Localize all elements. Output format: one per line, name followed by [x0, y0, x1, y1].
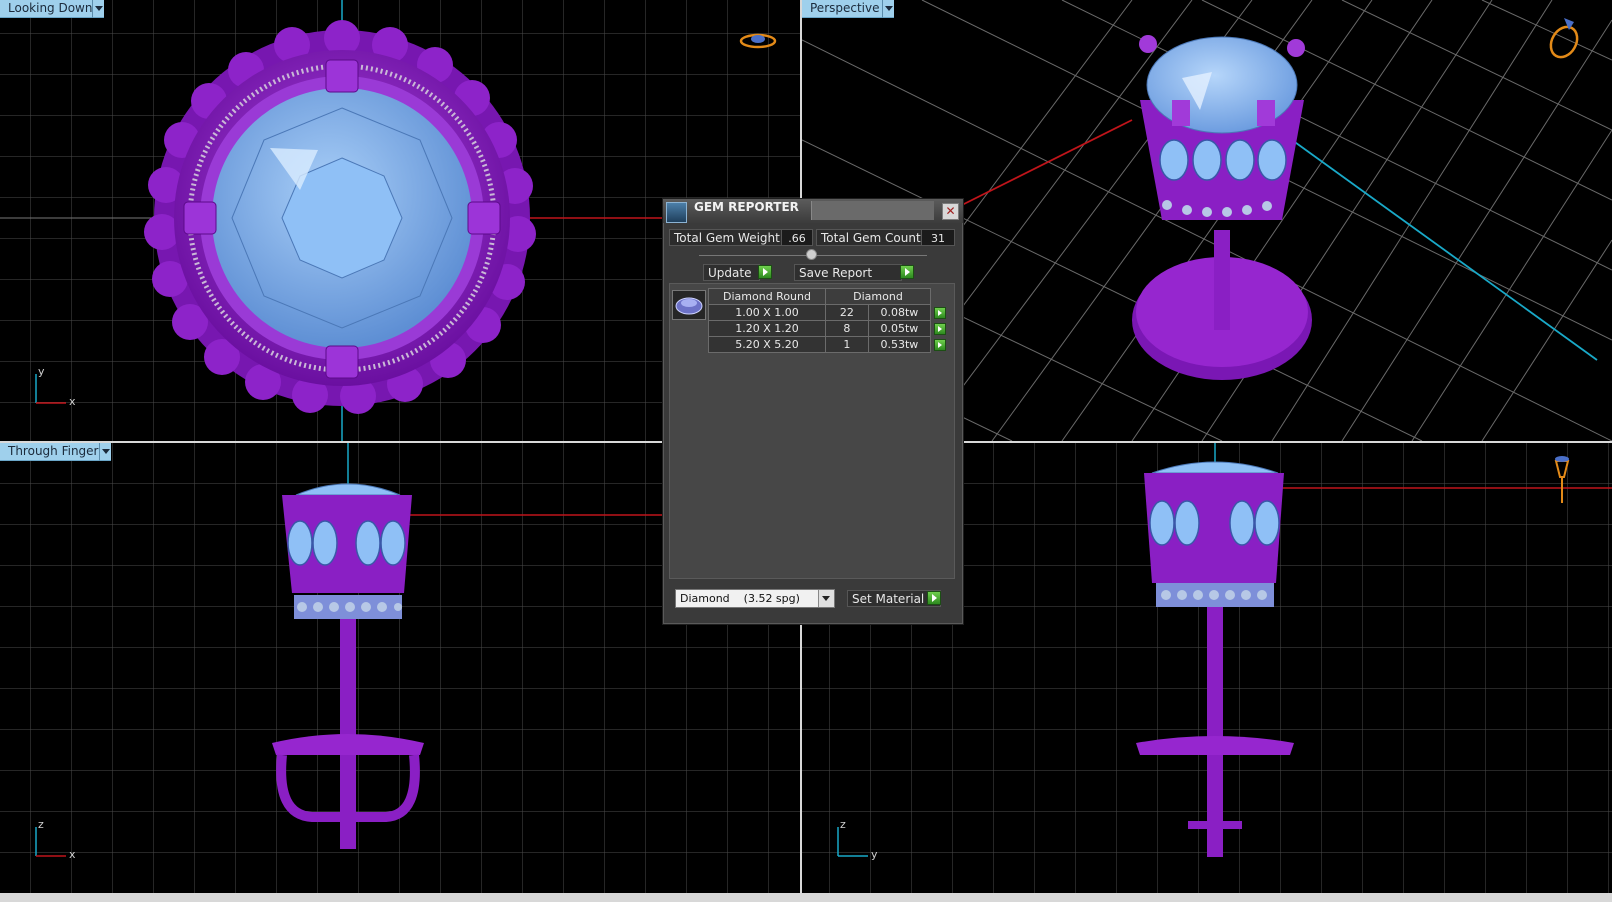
gem-table: Diamond Round Diamond 1.00 X 1.00 22 0.0… — [708, 288, 950, 353]
gem-reporter-dialog[interactable]: GEM REPORTER ✕ Total Gem Weight .66 Tota… — [662, 198, 964, 625]
dialog-titlebar[interactable]: GEM REPORTER ✕ — [663, 199, 963, 223]
earring-side-icon[interactable] — [1550, 453, 1574, 509]
gem-count: 22 — [825, 304, 869, 321]
chevron-down-icon[interactable] — [818, 590, 834, 607]
gem-size: 5.20 X 5.20 — [708, 336, 826, 353]
titlebar-strip — [811, 201, 934, 220]
axis-label-z: z — [38, 818, 44, 831]
update-go-icon[interactable] — [758, 265, 772, 279]
col-shape-header: Diamond Round — [708, 288, 826, 305]
row-select-icon[interactable] — [934, 339, 947, 351]
row-go-cell[interactable] — [931, 305, 950, 321]
gem-size: 1.00 X 1.00 — [708, 304, 826, 321]
close-icon[interactable]: ✕ — [942, 203, 959, 220]
gem-count: 8 — [825, 320, 869, 337]
set-material-go-icon[interactable] — [927, 591, 941, 605]
row-select-icon[interactable] — [934, 323, 946, 335]
viewport-dropdown-icon[interactable] — [99, 443, 111, 461]
table-row[interactable]: 5.20 X 5.20 1 0.53tw — [708, 336, 950, 353]
axis-label-y: y — [38, 365, 45, 378]
gem-weight: 0.53tw — [867, 336, 932, 353]
row-go-cell[interactable] — [931, 337, 950, 353]
axis-label-x: x — [69, 848, 76, 861]
header-spacer — [931, 289, 950, 305]
total-gem-weight-value: .66 — [781, 229, 813, 246]
total-gem-count-label: Total Gem Count — [816, 229, 922, 246]
gem-reporter-icon — [666, 202, 687, 223]
viewport-dropdown-icon[interactable] — [92, 0, 104, 18]
viewport-label-through-finger[interactable]: Through Finger — [0, 443, 108, 461]
total-gem-count-value: 31 — [921, 229, 955, 246]
dialog-title: GEM REPORTER — [694, 200, 799, 214]
axis-label-x: x — [69, 395, 76, 408]
row-select-icon[interactable] — [934, 307, 946, 319]
gem-weight: 0.05tw — [867, 320, 932, 337]
collapse-knob-icon[interactable] — [806, 249, 817, 260]
diamond-round-thumbnail — [672, 290, 706, 320]
col-material-header: Diamond — [825, 288, 931, 305]
gem-count: 1 — [825, 336, 869, 353]
row-go-cell[interactable] — [931, 321, 950, 337]
material-select-value: Diamond (3.52 spg) — [680, 592, 800, 605]
ring-top-view-icon[interactable] — [738, 30, 778, 52]
update-button[interactable]: Update — [703, 264, 760, 281]
axis-label-z: z — [840, 818, 846, 831]
save-report-go-icon[interactable] — [900, 265, 914, 279]
gem-weight: 0.08tw — [867, 304, 932, 321]
table-row[interactable]: 1.00 X 1.00 22 0.08tw — [708, 304, 950, 321]
save-report-button[interactable]: Save Report — [794, 264, 902, 281]
axis-label-y: y — [871, 848, 878, 861]
viewport-label-perspective[interactable]: Perspective — [802, 0, 889, 18]
earring-model-perspective — [1132, 35, 1312, 380]
ring-perspective-icon[interactable] — [1542, 12, 1586, 62]
gem-size: 1.20 X 1.20 — [708, 320, 826, 337]
material-select[interactable]: Diamond (3.52 spg) — [675, 589, 835, 608]
total-gem-weight-label: Total Gem Weight — [669, 229, 782, 246]
viewport-dropdown-icon[interactable] — [882, 0, 894, 18]
table-row[interactable]: 1.20 X 1.20 8 0.05tw — [708, 320, 950, 337]
viewport-label-looking-down[interactable]: Looking Down — [0, 0, 102, 18]
